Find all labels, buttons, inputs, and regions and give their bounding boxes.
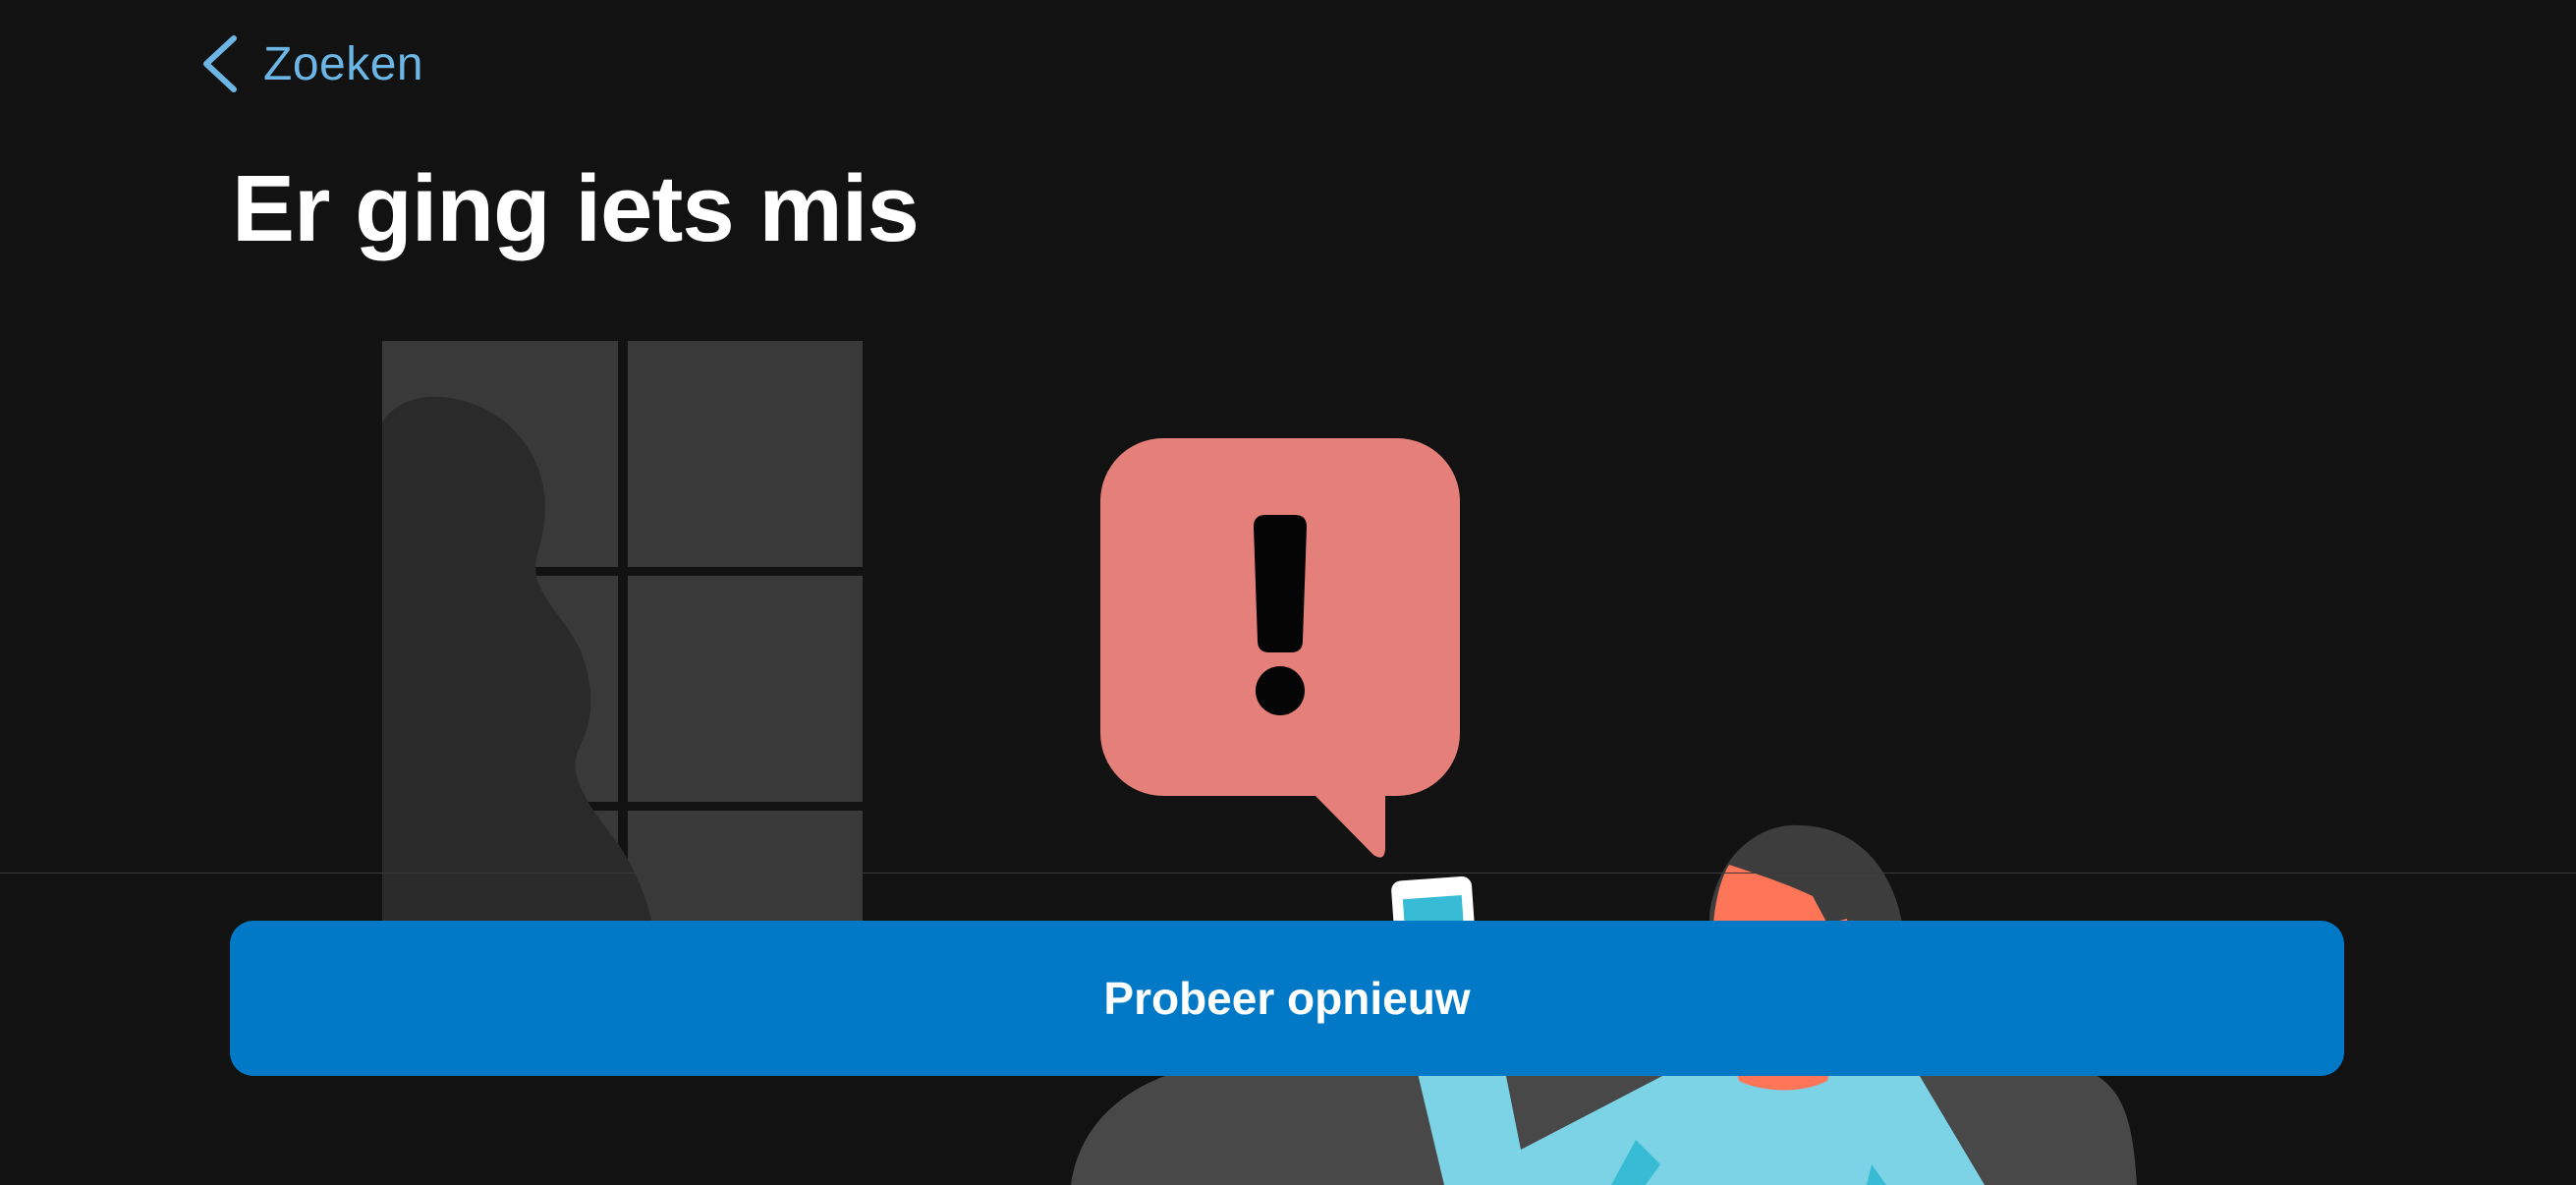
alert-bubble bbox=[1100, 438, 1460, 858]
retry-button[interactable]: Probeer opnieuw bbox=[230, 921, 2344, 1076]
back-button[interactable]: Zoeken bbox=[196, 28, 423, 100]
back-button-label: Zoeken bbox=[263, 37, 424, 90]
exclamation-icon bbox=[1254, 515, 1307, 715]
page-title: Er ging iets mis bbox=[232, 156, 920, 261]
error-screen: Zoeken Er ging iets mis Probeer opnieuw bbox=[0, 0, 2576, 1185]
chevron-left-icon bbox=[203, 35, 237, 92]
divider bbox=[0, 873, 2576, 874]
window-illustration bbox=[382, 341, 863, 929]
